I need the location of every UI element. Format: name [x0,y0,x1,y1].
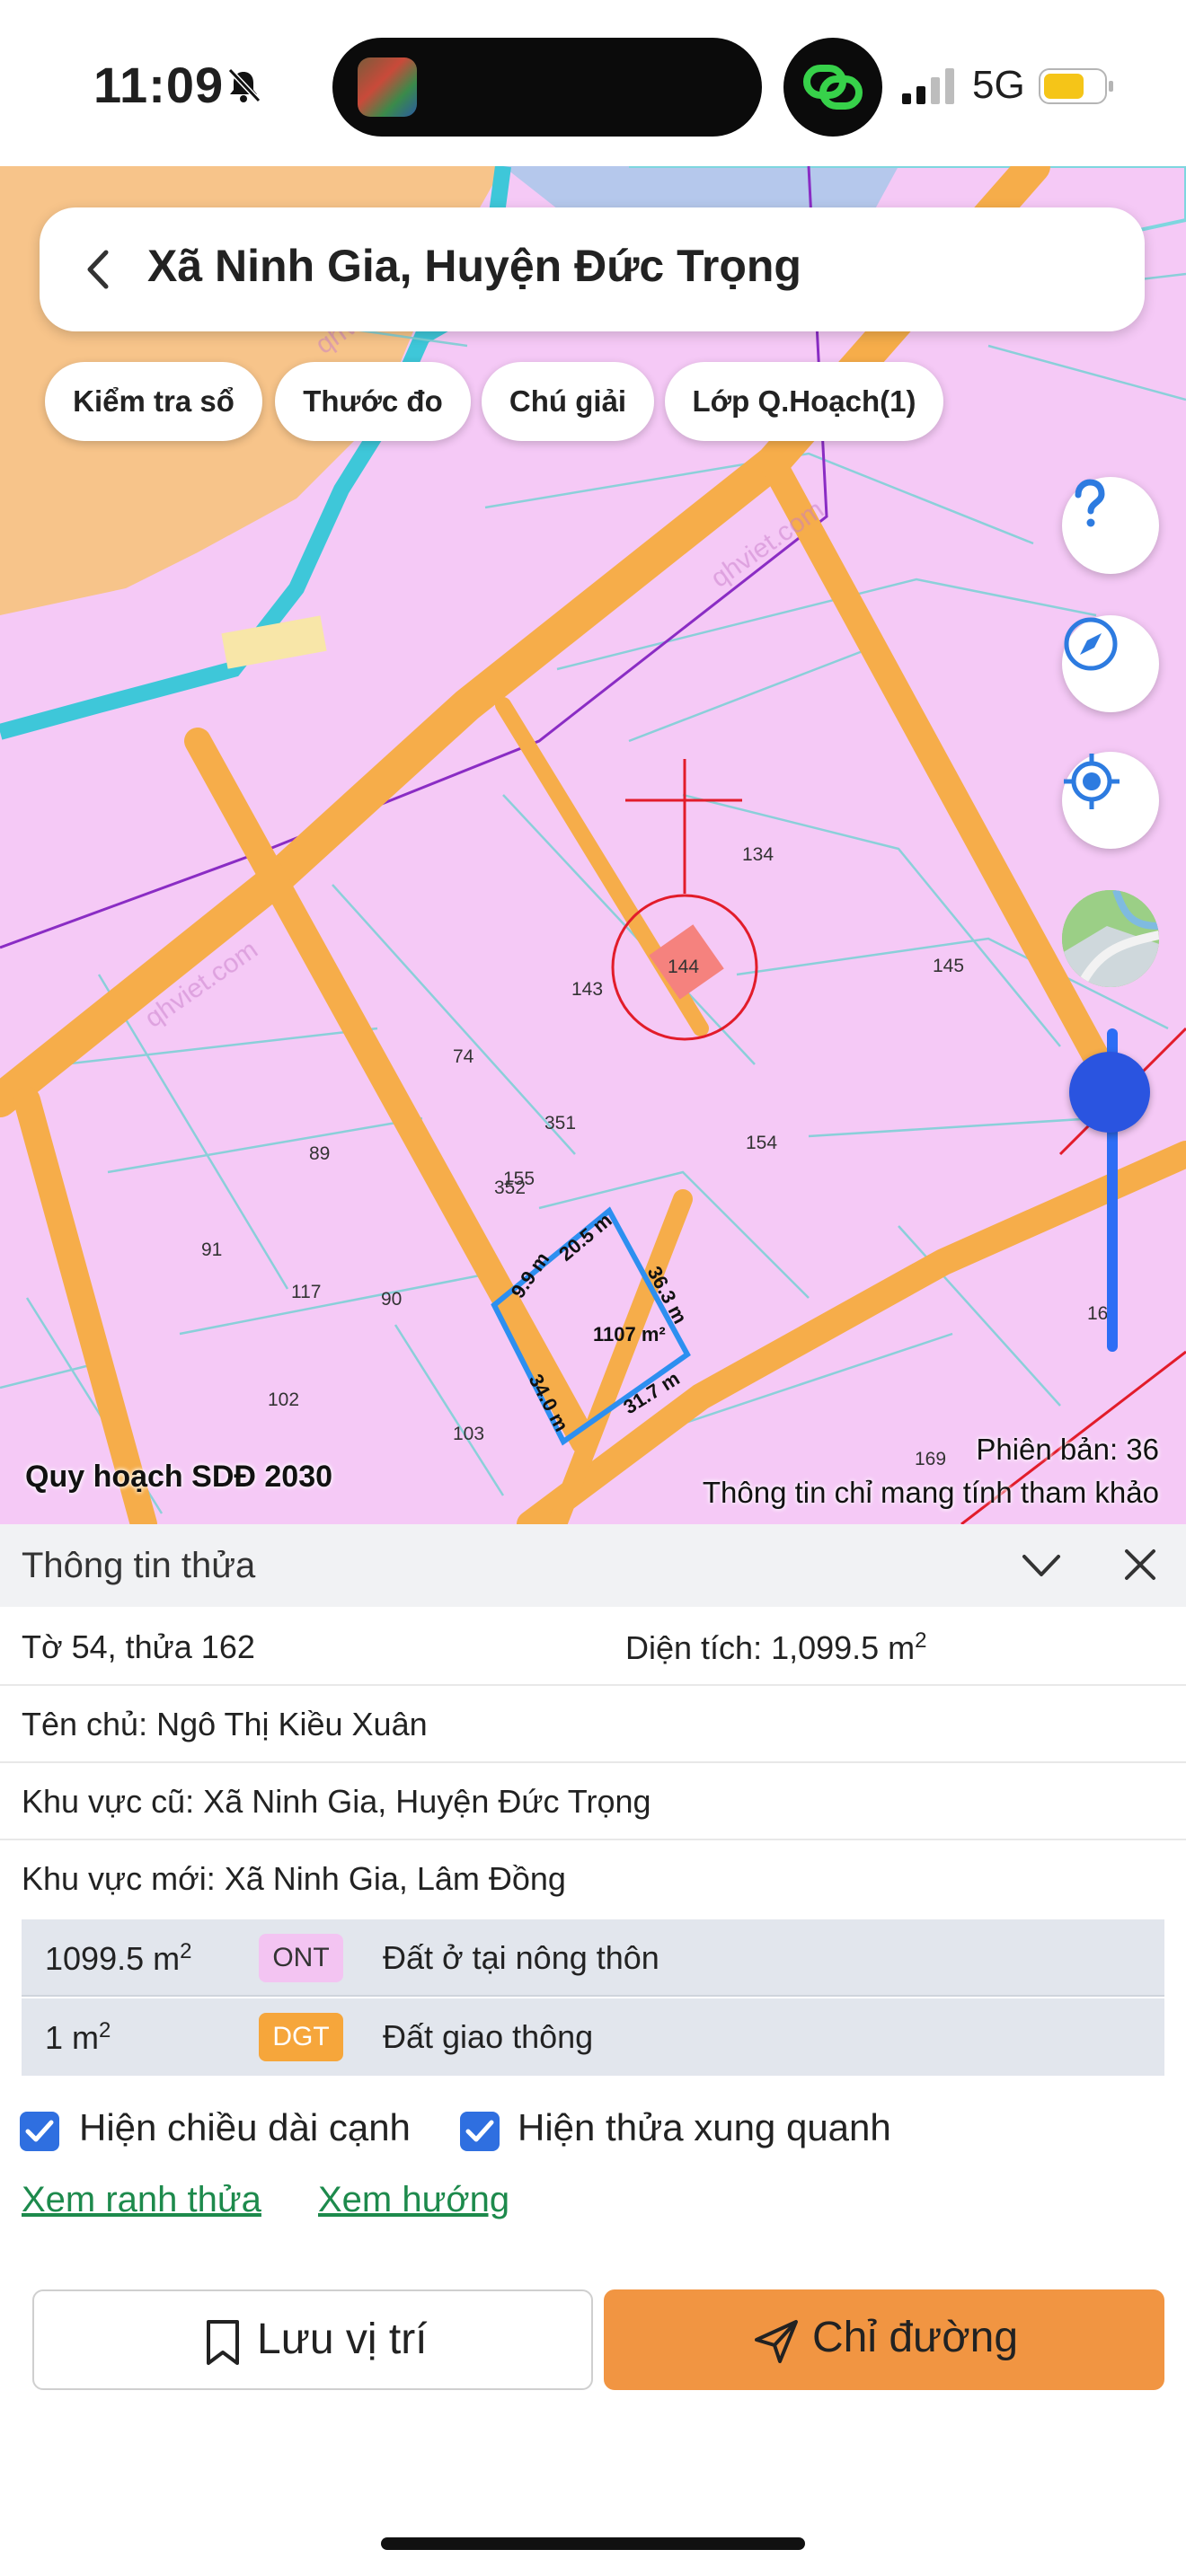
close-icon[interactable] [1123,1548,1157,1582]
chain-link-icon [783,38,882,137]
old-region: Khu vực cũ: Xã Ninh Gia, Huyện Đức Trọng [22,1783,651,1820]
parcel-id-row: Tờ 54, thửa 162 Diện tích: 1,099.5 m2 [0,1609,1186,1686]
dynamic-island [332,38,762,137]
land-area-value: 1 m [45,2019,100,2056]
new-region: Khu vực mới: Xã Ninh Gia, Lâm Đồng [22,1860,566,1897]
panel-title: Thông tin thửa [22,1546,256,1585]
land-code-badge: DGT [259,2013,343,2061]
show-edge-length-label[interactable]: Hiện chiều dài cạnh [79,2106,411,2149]
show-neighbors-label[interactable]: Hiện thửa xung quanh [518,2106,891,2149]
land-area: 1099.5 m2 [45,1939,191,1978]
panel-header: Thông tin thửa [0,1524,1186,1607]
battery-icon [1039,68,1113,104]
check-certificate-chip[interactable]: Kiểm tra sổ [45,362,262,441]
area-text: Diện tích: 1,099.5 m [625,1629,916,1666]
app-screen: 11:09 5G qhviet.com qhviet.com 134 144 1… [0,0,1186,2576]
send-arrow-icon [755,2320,798,2363]
land-area-value: 1099.5 m [45,1940,181,1977]
bell-off-icon [227,67,261,103]
status-time: 11:09 [93,57,225,113]
signal-icon [902,68,954,104]
my-location-button[interactable] [1062,752,1159,849]
search-bar[interactable]: Xã Ninh Gia, Huyện Đức Trọng [40,207,1145,331]
save-location-button[interactable]: Lưu vị trí [32,2289,593,2390]
map-version: Phiên bản: 36 [976,1433,1159,1466]
compass-icon [1064,617,1118,671]
owner-name: Tên chủ: Ngô Thị Kiều Xuân [22,1706,428,1742]
help-button[interactable] [1062,477,1159,574]
new-region-row: Khu vực mới: Xã Ninh Gia, Lâm Đồng [0,1840,1186,1918]
app-thumbnail-icon [358,57,417,117]
land-code-badge: ONT [259,1934,343,1982]
land-type-row: 1 m2 DGT Đất giao thông [22,1998,1164,2076]
parcel-number: 145 [933,956,964,976]
parcel-number: 103 [453,1424,484,1444]
sheet-parcel: Tờ 54, thửa 162 [22,1628,255,1665]
locate-icon [1064,754,1120,809]
directions-label: Chỉ đường [812,2314,1019,2361]
save-location-label: Lưu vị trí [257,2316,428,2363]
view-boundary-link[interactable]: Xem ranh thửa [22,2180,261,2220]
network-type: 5G [972,63,1025,107]
parcel-number: 351 [544,1113,576,1134]
land-type-row: 1099.5 m2 ONT Đất ở tại nông thôn [22,1919,1164,1997]
status-bar: 11:09 5G [0,0,1186,166]
show-neighbors-checkbox[interactable] [460,2112,500,2151]
land-area: 1 m2 [45,2018,111,2057]
area-sup: 2 [915,1628,927,1653]
parcel-number: 16 [1087,1303,1108,1324]
checkmark-icon [25,2120,54,2142]
view-direction-link[interactable]: Xem hướng [318,2180,509,2220]
home-indicator[interactable] [381,2537,805,2550]
checkmark-icon [465,2120,494,2142]
zoom-slider-knob[interactable] [1069,1052,1150,1133]
parcel-info-panel: Thông tin thửa Tờ 54, thửa 162 Diện tích… [0,1524,1186,2576]
map-disclaimer: Thông tin chỉ mang tính tham khảo [702,1476,1159,1509]
parcel-number: 169 [915,1449,946,1469]
parcel-number: 143 [571,979,603,1000]
parcel-number: 154 [746,1133,777,1153]
map-view[interactable]: qhviet.com qhviet.com qhviet.com 134 144… [0,166,1186,1524]
back-arrow-icon[interactable] [81,247,117,292]
parcel-number: 144 [668,957,699,977]
land-area-sup: 2 [99,2018,111,2042]
parcel-number: 91 [201,1239,222,1260]
parcel-number: 117 [291,1282,321,1302]
planning-layer-chip[interactable]: Lớp Q.Hoạch(1) [665,362,943,441]
owner-row: Tên chủ: Ngô Thị Kiều Xuân [0,1686,1186,1763]
land-type-name: Đất ở tại nông thôn [383,1939,659,1976]
parcel-area: Diện tích: 1,099.5 m2 [625,1628,927,1667]
parcel-number: 102 [268,1389,299,1410]
satellite-layer-icon [1062,890,1159,987]
show-edge-length-checkbox[interactable] [20,2112,59,2151]
parcel-number: 90 [381,1289,402,1310]
directions-button[interactable]: Chỉ đường [604,2289,1164,2390]
location-title[interactable]: Xã Ninh Gia, Huyện Đức Trọng [147,240,801,292]
parcel-number: 155 [503,1169,535,1189]
question-mark-icon [1075,479,1105,527]
measure-chip[interactable]: Thước đo [275,362,471,441]
parcel-number: 89 [309,1143,330,1164]
parcel-area-label: 1107 m² [593,1323,666,1345]
legend-chip[interactable]: Chú giải [482,362,654,441]
compass-button[interactable] [1062,615,1159,712]
chevron-down-icon[interactable] [1021,1551,1062,1580]
land-type-name: Đất giao thông [383,2018,594,2055]
land-area-sup: 2 [180,1939,192,1963]
parcel-number: 74 [453,1046,474,1067]
parcel-number: 134 [742,844,774,865]
map-caption: Quy hoạch SDĐ 2030 [25,1460,333,1494]
old-region-row: Khu vực cũ: Xã Ninh Gia, Huyện Đức Trọng [0,1763,1186,1840]
map-layer-button[interactable] [1062,890,1159,987]
bookmark-icon [207,2320,239,2365]
